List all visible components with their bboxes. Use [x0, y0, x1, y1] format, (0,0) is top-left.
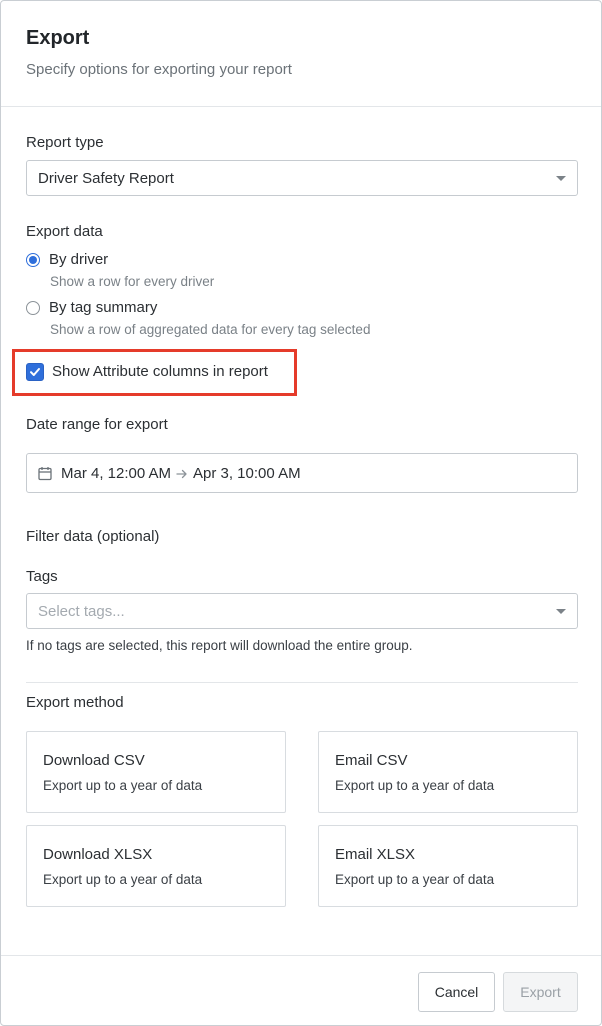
tags-label: Tags	[26, 568, 58, 585]
date-range-picker[interactable]: Mar 4, 12:00 AM Apr 3, 10:00 AM	[26, 453, 578, 493]
card-description: Export up to a year of data	[335, 778, 495, 793]
chevron-down-icon	[556, 609, 566, 614]
card-title: Email XLSX	[335, 846, 416, 863]
date-range-label: Date range for export	[26, 416, 168, 433]
download-csv-card[interactable]: Download CSV Export up to a year of data	[26, 731, 286, 813]
email-csv-card[interactable]: Email CSV Export up to a year of data	[318, 731, 578, 813]
radio-label: By driver	[49, 251, 109, 268]
card-title: Email CSV	[335, 752, 408, 769]
filter-data-label: Filter data (optional)	[26, 528, 160, 545]
tags-helper-text: If no tags are selected, this report wil…	[26, 638, 413, 653]
modal-title: Export	[26, 27, 90, 49]
radio-hint: Show a row of aggregated data for every …	[50, 322, 371, 337]
report-type-label: Report type	[26, 134, 104, 151]
tags-select[interactable]: Select tags...	[26, 593, 578, 629]
report-type-value: Driver Safety Report	[38, 170, 174, 187]
attribute-columns-label[interactable]: Show Attribute columns in report	[52, 363, 268, 380]
card-title: Download CSV	[43, 752, 145, 769]
export-button[interactable]: Export	[503, 972, 578, 1012]
section-divider	[26, 682, 578, 683]
card-description: Export up to a year of data	[335, 872, 495, 887]
email-xlsx-card[interactable]: Email XLSX Export up to a year of data	[318, 825, 578, 907]
radio-button[interactable]	[26, 253, 40, 267]
chevron-down-icon	[556, 176, 566, 181]
date-range-start[interactable]: Mar 4, 12:00 AM	[61, 465, 171, 482]
check-icon	[30, 368, 40, 376]
radio-label: By tag summary	[49, 299, 158, 316]
radio-hint: Show a row for every driver	[50, 274, 215, 289]
export-data-label: Export data	[26, 223, 103, 240]
radio-by-tag-summary[interactable]: By tag summary	[26, 299, 226, 319]
download-xlsx-card[interactable]: Download XLSX Export up to a year of dat…	[26, 825, 286, 907]
arrow-right-icon	[176, 469, 187, 479]
cancel-button[interactable]: Cancel	[418, 972, 495, 1012]
modal-subtitle: Specify options for exporting your repor…	[26, 61, 292, 78]
radio-by-driver[interactable]: By driver	[26, 251, 226, 271]
date-range-end[interactable]: Apr 3, 10:00 AM	[193, 465, 301, 482]
report-type-select[interactable]: Driver Safety Report	[26, 160, 578, 196]
card-description: Export up to a year of data	[43, 778, 203, 793]
card-description: Export up to a year of data	[43, 872, 203, 887]
card-title: Download XLSX	[43, 846, 153, 863]
export-method-label: Export method	[26, 694, 124, 711]
attribute-columns-checkbox[interactable]	[26, 363, 44, 381]
tags-placeholder: Select tags...	[38, 603, 125, 620]
calendar-icon	[38, 467, 52, 481]
modal-header: Export Specify options for exporting you…	[1, 1, 601, 107]
radio-button[interactable]	[26, 301, 40, 315]
export-modal: Export Specify options for exporting you…	[0, 0, 602, 1026]
